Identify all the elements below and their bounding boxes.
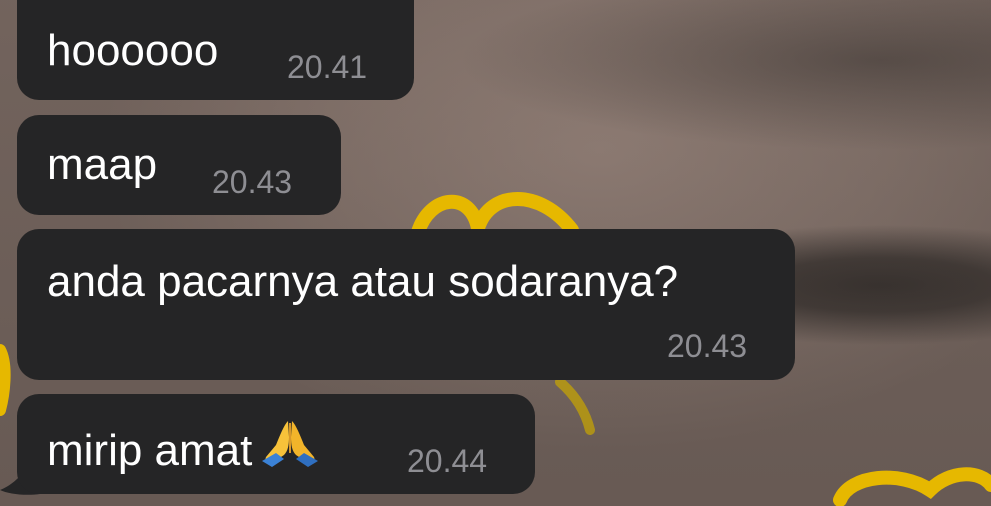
message-text: hoooooo <box>47 26 219 75</box>
message-bubble[interactable]: mirip amat 20.44 <box>17 394 535 494</box>
message-text: mirip amat <box>47 417 322 480</box>
folded-hands-icon <box>258 417 322 480</box>
message-text-content: mirip amat <box>47 426 253 475</box>
message-text: maap <box>47 140 158 189</box>
message-text: anda pacarnya atau sodaranya? <box>47 257 679 306</box>
message-timestamp: 20.43 <box>667 328 748 364</box>
message-bubble[interactable]: anda pacarnya atau sodaranya? 20.43 <box>17 229 795 380</box>
message-timestamp: 20.41 <box>287 49 368 85</box>
message-bubble[interactable]: hoooooo 20.41 <box>17 0 414 100</box>
message-timestamp: 20.44 <box>407 443 488 479</box>
message-timestamp: 20.43 <box>212 164 293 200</box>
message-bubble[interactable]: maap 20.43 <box>17 115 341 215</box>
